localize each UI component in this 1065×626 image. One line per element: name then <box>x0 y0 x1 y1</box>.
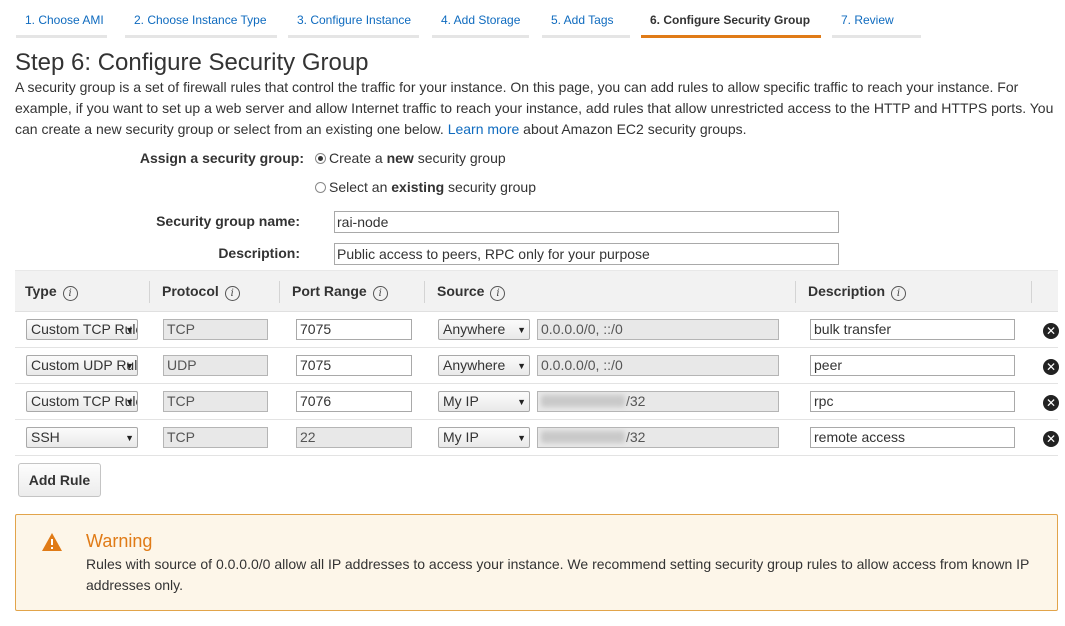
protocol-field: UDP <box>163 355 268 376</box>
warning-box: Warning Rules with source of 0.0.0.0/0 a… <box>15 514 1058 611</box>
rule-description-input[interactable]: peer <box>810 355 1015 376</box>
column-divider <box>424 281 425 303</box>
info-icon[interactable]: i <box>224 286 240 301</box>
protocol-field: TCP <box>163 391 268 412</box>
tab-configure-instance[interactable]: 3. Configure Instance <box>288 8 419 38</box>
type-select[interactable]: Custom TCP Rule ▼ <box>26 319 138 340</box>
table-row: Custom UDP Rule ▼ UDP 7075 Anywhere ▼ 0.0.… <box>15 348 1059 384</box>
chevron-down-icon: ▼ <box>125 397 134 407</box>
security-group-name-label: Security group name: <box>156 213 300 229</box>
rules-table-header: Type i Protocol i Port Range i Source i Desc… <box>15 270 1058 312</box>
tab-review[interactable]: 7. Review <box>832 8 921 38</box>
table-row: SSH ▼ TCP 22 My IP ▼ /32 remote access ✕ <box>15 420 1059 456</box>
learn-more-link[interactable]: Learn more <box>448 121 520 137</box>
chevron-down-icon: ▼ <box>517 397 526 407</box>
page-title: Step 6: Configure Security Group <box>15 49 369 76</box>
source-select[interactable]: Anywhere ▼ <box>438 319 530 340</box>
type-select[interactable]: SSH ▼ <box>26 427 138 448</box>
radio-button[interactable] <box>315 182 326 193</box>
info-icon[interactable]: i <box>62 286 78 301</box>
tab-choose-instance-type[interactable]: 2. Choose Instance Type <box>125 8 277 38</box>
header-source: Source i <box>437 283 506 301</box>
source-cidr-field[interactable]: 0.0.0.0/0, ::/0 <box>537 355 779 376</box>
tab-add-tags[interactable]: 5. Add Tags <box>542 8 630 38</box>
redacted-ip <box>541 431 625 443</box>
source-select[interactable]: Anywhere ▼ <box>438 355 530 376</box>
chevron-down-icon: ▼ <box>125 325 134 335</box>
chevron-down-icon: ▼ <box>125 361 134 371</box>
header-type: Type i <box>25 283 78 301</box>
port-range-input[interactable]: 7075 <box>296 355 412 376</box>
column-divider <box>795 281 796 303</box>
rule-description-input[interactable]: rpc <box>810 391 1015 412</box>
intro-suffix: about Amazon EC2 security groups. <box>523 121 747 137</box>
close-circle-icon[interactable]: ✕ <box>1043 395 1059 411</box>
source-cidr-field[interactable]: /32 <box>537 427 779 448</box>
chevron-down-icon: ▼ <box>517 433 526 443</box>
radio-select-existing-group[interactable]: Select an existing security group <box>315 179 536 195</box>
source-cidr-field[interactable]: 0.0.0.0/0, ::/0 <box>537 319 779 340</box>
add-rule-button[interactable]: Add Rule <box>18 463 101 497</box>
info-icon[interactable]: i <box>490 286 506 301</box>
source-select[interactable]: My IP ▼ <box>438 391 530 412</box>
description-label: Description: <box>218 245 300 261</box>
header-protocol: Protocol i <box>162 283 240 301</box>
chevron-down-icon: ▼ <box>517 361 526 371</box>
column-divider <box>279 281 280 303</box>
security-group-name-input[interactable]: rai-node <box>334 211 839 233</box>
rule-description-input[interactable]: remote access <box>810 427 1015 448</box>
port-range-input[interactable]: 7075 <box>296 319 412 340</box>
protocol-field: TCP <box>163 319 268 340</box>
assign-security-group-label: Assign a security group: <box>139 150 304 166</box>
chevron-down-icon: ▼ <box>125 433 134 443</box>
warning-title: Warning <box>86 531 153 551</box>
close-circle-icon[interactable]: ✕ <box>1043 323 1059 339</box>
redacted-ip <box>541 395 625 407</box>
table-row: Custom TCP Rule ▼ TCP 7075 Anywhere ▼ 0.0.… <box>15 312 1059 348</box>
rule-description-input[interactable]: bulk transfer <box>810 319 1015 340</box>
table-row: Custom TCP Rule ▼ TCP 7076 My IP ▼ /32 rpc… <box>15 384 1059 420</box>
close-circle-icon[interactable]: ✕ <box>1043 359 1059 375</box>
tab-add-storage[interactable]: 4. Add Storage <box>432 8 529 38</box>
source-cidr-field[interactable]: /32 <box>537 391 779 412</box>
warning-triangle-icon <box>42 533 62 551</box>
type-select[interactable]: Custom UDP Rule ▼ <box>26 355 138 376</box>
radio-button-checked[interactable] <box>315 153 326 164</box>
column-divider <box>149 281 150 303</box>
port-range-input[interactable]: 7076 <box>296 391 412 412</box>
chevron-down-icon: ▼ <box>517 325 526 335</box>
header-port-range: Port Range i <box>292 283 388 301</box>
protocol-field: TCP <box>163 427 268 448</box>
info-icon[interactable]: i <box>372 286 388 301</box>
column-divider <box>1031 281 1032 303</box>
intro-paragraph: A security group is a set of firewall ru… <box>15 77 1057 140</box>
header-description: Description i <box>808 283 907 301</box>
warning-message: Rules with source of 0.0.0.0/0 allow all… <box>86 556 1030 593</box>
source-select[interactable]: My IP ▼ <box>438 427 530 448</box>
port-range-field: 22 <box>296 427 412 448</box>
radio-create-new-group[interactable]: Create a new security group <box>315 150 506 166</box>
tab-choose-ami[interactable]: 1. Choose AMI <box>16 8 107 38</box>
description-input[interactable]: Public access to peers, RPC only for you… <box>334 243 839 265</box>
info-icon[interactable]: i <box>891 286 907 301</box>
type-select[interactable]: Custom TCP Rule ▼ <box>26 391 138 412</box>
close-circle-icon[interactable]: ✕ <box>1043 431 1059 447</box>
tab-configure-security-group[interactable]: 6. Configure Security Group <box>641 8 821 38</box>
